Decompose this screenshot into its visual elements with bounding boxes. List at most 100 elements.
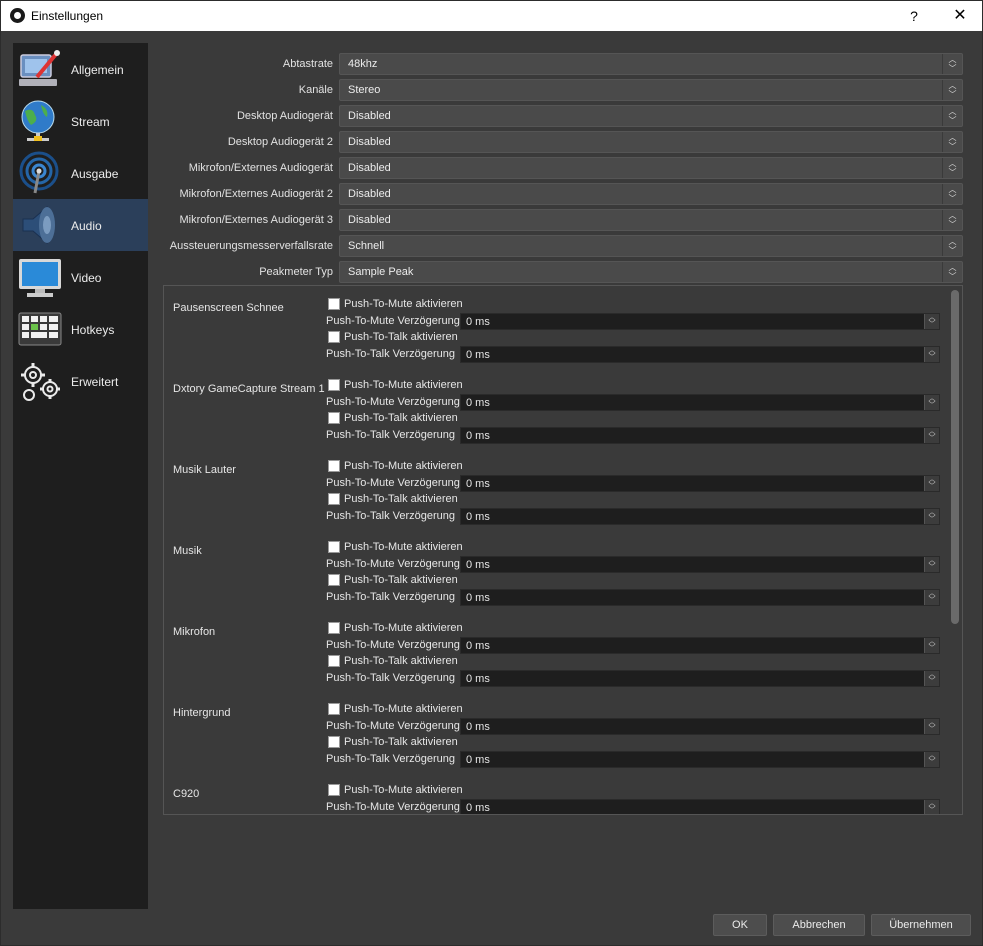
ptt-delay-spinbox[interactable]: 0 ms ︿ ﹀ — [460, 670, 940, 687]
ptt-delay-label: Push-To-Talk Verzögerung — [326, 591, 456, 603]
checkbox-label: Push-To-Mute aktivieren — [344, 298, 463, 310]
source-hotkey-group: Hintergrund Push-To-Mute aktivieren Push-T… — [164, 691, 948, 772]
checkbox-box[interactable] — [328, 655, 340, 667]
ptm-delay-label: Push-To-Mute Verzögerung — [326, 720, 460, 732]
desktop-audio-2-select[interactable]: Disabled ︿ ﹀ — [339, 131, 963, 153]
sidebar-item-audio[interactable]: Audio — [13, 199, 148, 251]
sidebar-item-hotkeys[interactable]: Hotkeys — [13, 303, 148, 355]
checkbox-box[interactable] — [328, 331, 340, 343]
close-button[interactable]: ✕ — [943, 3, 977, 29]
window-title: Einstellungen — [31, 9, 104, 23]
ptm-delay-spinbox[interactable]: 0 ms ︿ ﹀ — [460, 475, 940, 492]
spin-arrows-icon[interactable]: ︿ ﹀ — [924, 428, 939, 443]
ptt-delay-spinbox[interactable]: 0 ms ︿ ﹀ — [460, 346, 940, 363]
ptm-delay-spinbox[interactable]: 0 ms ︿ ﹀ — [460, 637, 940, 654]
checkbox-box[interactable] — [328, 574, 340, 586]
form-label: Desktop Audiogerät — [236, 110, 333, 122]
source-hotkey-group: Dxtory GameCapture Stream 1 Push-To-Mute … — [164, 367, 948, 448]
spin-arrows-icon[interactable]: ︿ ﹀ — [924, 395, 939, 410]
spin-arrows-icon[interactable]: ︿ ﹀ — [924, 638, 939, 653]
checkbox-label: Push-To-Mute aktivieren — [344, 622, 463, 634]
ptm-delay-spinbox[interactable]: 0 ms ︿ ﹀ — [460, 394, 940, 411]
checkbox-label: Push-To-Mute aktivieren — [344, 703, 463, 715]
form-label: Kanäle — [298, 84, 333, 96]
spin-arrows-icon[interactable]: ︿ ﹀ — [924, 314, 939, 329]
source-name: Pausenscreen Schnee — [173, 302, 284, 314]
chevron-updown-icon: ︿ ﹀ — [942, 262, 962, 282]
meter-decay-select[interactable]: Schnell ︿ ﹀ — [339, 235, 963, 257]
mic-audio-2-row: Mikrofon/Externes Audiogerät 2 Disabled ︿… — [163, 183, 963, 205]
sidebar-item-video[interactable]: Video — [13, 251, 148, 303]
spin-arrows-icon[interactable]: ︿ ﹀ — [924, 800, 939, 814]
checkbox-box[interactable] — [328, 736, 340, 748]
globe-network-icon — [21, 100, 55, 141]
checkbox-box[interactable] — [328, 298, 340, 310]
sidebar-item-label: Stream — [71, 115, 110, 129]
peak-meter-select[interactable]: Sample Peak ︿ ﹀ — [339, 261, 963, 283]
sidebar-item-allgemein[interactable]: Allgemein — [13, 43, 148, 95]
mic-audio-3-select[interactable]: Disabled ︿ ﹀ — [339, 209, 963, 231]
source-name: Dxtory GameCapture Stream 1 — [173, 383, 325, 395]
spin-arrows-icon[interactable]: ︿ ﹀ — [924, 752, 939, 767]
sample-rate-select[interactable]: 48khz ︿ ﹀ — [339, 53, 963, 75]
spin-arrows-icon[interactable]: ︿ ﹀ — [924, 719, 939, 734]
mic-audio-3-row: Mikrofon/Externes Audiogerät 3 Disabled ︿… — [163, 209, 963, 231]
checkbox-label: Push-To-Talk aktivieren — [344, 412, 458, 424]
ptt-delay-label: Push-To-Talk Verzögerung — [326, 348, 456, 360]
form-label: Mikrofon/Externes Audiogerät 2 — [179, 188, 333, 200]
source-hotkey-group: C920 Push-To-Mute aktivieren Push-To-Mute … — [164, 772, 948, 814]
speaker-icon — [22, 205, 55, 245]
mic-audio-select[interactable]: Disabled ︿ ﹀ — [339, 157, 963, 179]
chevron-updown-icon: ︿ ﹀ — [942, 236, 962, 256]
channels-select[interactable]: Stereo ︿ ﹀ — [339, 79, 963, 101]
checkbox-box[interactable] — [328, 784, 340, 796]
ptm-delay-spinbox[interactable]: 0 ms ︿ ﹀ — [460, 799, 940, 814]
desktop-audio-2-row: Desktop Audiogerät 2 Disabled ︿ ﹀ — [163, 131, 963, 153]
checkbox-box[interactable] — [328, 460, 340, 472]
checkbox-box[interactable] — [328, 412, 340, 424]
chevron-updown-icon: ︿ ﹀ — [942, 158, 962, 178]
ptt-delay-spinbox[interactable]: 0 ms ︿ ﹀ — [460, 427, 940, 444]
help-button[interactable]: ? — [899, 3, 929, 29]
sidebar-item-erweitert[interactable]: Erweitert — [13, 355, 148, 407]
settings-sidebar: Allgemein Stream Ausgabe Audio Video Hot… — [13, 43, 148, 909]
scrollbar-thumb[interactable] — [951, 290, 959, 624]
ptm-delay-spinbox[interactable]: 0 ms ︿ ﹀ — [460, 718, 940, 735]
ptm-delay-spinbox[interactable]: 0 ms ︿ ﹀ — [460, 556, 940, 573]
spin-arrows-icon[interactable]: ︿ ﹀ — [924, 557, 939, 572]
checkbox-box[interactable] — [328, 622, 340, 634]
mic-audio-2-select[interactable]: Disabled ︿ ﹀ — [339, 183, 963, 205]
checkbox-box[interactable] — [328, 493, 340, 505]
spin-arrows-icon[interactable]: ︿ ﹀ — [924, 671, 939, 686]
sidebar-item-stream[interactable]: Stream — [13, 95, 148, 147]
ptt-delay-spinbox[interactable]: 0 ms ︿ ﹀ — [460, 751, 940, 768]
channels-row: Kanäle Stereo ︿ ﹀ — [163, 79, 963, 101]
source-hotkey-group: Musik Lauter Push-To-Mute aktivieren Push-… — [164, 448, 948, 529]
ptm-delay-label: Push-To-Mute Verzögerung — [326, 639, 460, 651]
chevron-updown-icon: ︿ ﹀ — [942, 54, 962, 74]
spin-arrows-icon[interactable]: ︿ ﹀ — [924, 509, 939, 524]
vertical-scrollbar[interactable] — [948, 286, 962, 814]
ok-button[interactable]: OK — [713, 914, 767, 936]
ptm-delay-spinbox[interactable]: 0 ms ︿ ﹀ — [460, 313, 940, 330]
ptm-delay-label: Push-To-Mute Verzögerung — [326, 801, 460, 813]
checkbox-label: Push-To-Mute aktivieren — [344, 379, 463, 391]
checkbox-label: Push-To-Talk aktivieren — [344, 331, 458, 343]
checkbox-label: Push-To-Talk aktivieren — [344, 574, 458, 586]
spin-arrows-icon[interactable]: ︿ ﹀ — [924, 590, 939, 605]
ptt-delay-spinbox[interactable]: 0 ms ︿ ﹀ — [460, 508, 940, 525]
cancel-button[interactable]: Abbrechen — [773, 914, 865, 936]
sidebar-item-ausgabe[interactable]: Ausgabe — [13, 147, 148, 199]
ptt-delay-spinbox[interactable]: 0 ms ︿ ﹀ — [460, 589, 940, 606]
ptm-delay-label: Push-To-Mute Verzögerung — [326, 558, 460, 570]
gears-icon — [21, 363, 60, 401]
checkbox-box[interactable] — [328, 379, 340, 391]
checkbox-box[interactable] — [328, 541, 340, 553]
checkbox-box[interactable] — [328, 703, 340, 715]
form-label: Peakmeter Typ — [259, 266, 333, 278]
desktop-audio-select[interactable]: Disabled ︿ ﹀ — [339, 105, 963, 127]
spin-arrows-icon[interactable]: ︿ ﹀ — [924, 347, 939, 362]
spin-arrows-icon[interactable]: ︿ ﹀ — [924, 476, 939, 491]
ptm-delay-label: Push-To-Mute Verzögerung — [326, 396, 460, 408]
apply-button[interactable]: Übernehmen — [871, 914, 971, 936]
